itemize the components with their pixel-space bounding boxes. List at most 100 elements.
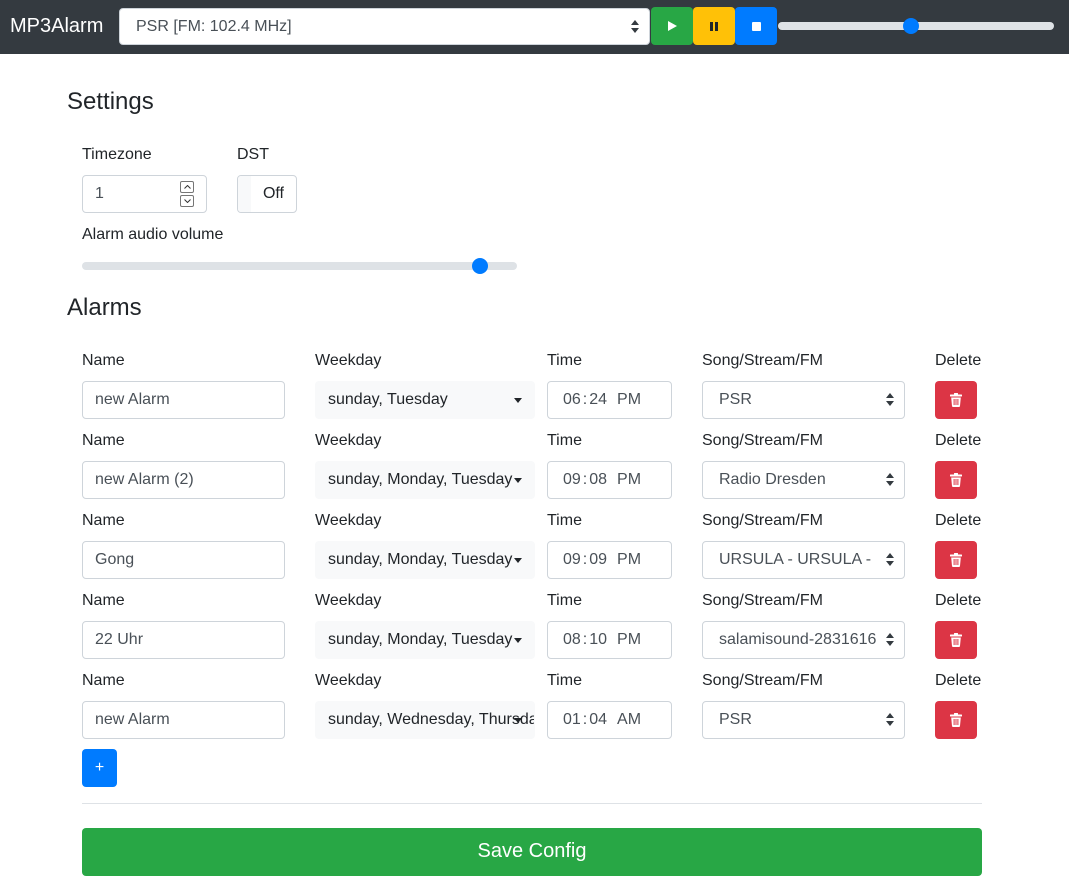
time-hour[interactable]: 06 [563, 382, 581, 418]
settings-title: Settings [67, 88, 154, 115]
time-input[interactable]: 08:10 PM [547, 621, 672, 659]
delete-label: Delete [935, 432, 982, 449]
timezone-value: 1 [95, 185, 104, 202]
song-select[interactable]: PSR [702, 701, 905, 739]
delete-alarm-button[interactable] [935, 541, 977, 579]
time-ampm[interactable]: PM [617, 542, 641, 578]
trash-icon [950, 633, 962, 647]
dst-toggle[interactable]: Off [237, 175, 297, 213]
song-select[interactable]: salamisound-2831616 [702, 621, 905, 659]
timezone-label: Timezone [82, 146, 152, 163]
timezone-input[interactable]: 1 [82, 175, 207, 213]
delete-label: Delete [935, 592, 982, 609]
weekday-label: Weekday [315, 592, 382, 609]
time-minute[interactable]: 09 [589, 542, 607, 578]
stop-button[interactable] [735, 7, 777, 45]
alarm-name-input[interactable]: 22 Uhr [82, 621, 285, 659]
song-label: Song/Stream/FM [702, 672, 823, 689]
time-minute[interactable]: 24 [589, 382, 607, 418]
spin-up-icon[interactable] [180, 181, 194, 193]
time-input[interactable]: 09:08 PM [547, 461, 672, 499]
alarm-name-value: Gong [95, 551, 135, 568]
delete-alarm-button[interactable] [935, 461, 977, 499]
alarm-name-input[interactable]: new Alarm [82, 701, 285, 739]
alarm-name-input[interactable]: new Alarm [82, 381, 285, 419]
save-config-button[interactable]: Save Config [82, 828, 982, 876]
alarm-volume-thumb[interactable] [472, 258, 488, 274]
trash-icon [950, 473, 962, 487]
song-select[interactable]: URSULA - URSULA - [702, 541, 905, 579]
time-hour[interactable]: 09 [563, 462, 581, 498]
add-alarm-button[interactable]: + [82, 749, 117, 787]
time-hour[interactable]: 01 [563, 702, 581, 738]
dst-toggle-knob [238, 176, 251, 212]
weekday-dropdown[interactable]: sunday, Tuesday [315, 381, 535, 419]
play-button[interactable] [651, 7, 693, 45]
player-volume-slider[interactable] [778, 18, 1054, 34]
weekday-label: Weekday [315, 352, 382, 369]
time-label: Time [547, 352, 582, 369]
delete-alarm-button[interactable] [935, 621, 977, 659]
timezone-spinner[interactable] [180, 181, 194, 207]
app-brand[interactable]: MP3Alarm [10, 14, 103, 38]
alarm-name-input[interactable]: Gong [82, 541, 285, 579]
weekday-dropdown[interactable]: sunday, Monday, Tuesday [315, 621, 535, 659]
caret-down-icon [514, 558, 522, 563]
time-label: Time [547, 512, 582, 529]
song-label: Song/Stream/FM [702, 512, 823, 529]
time-separator: : [582, 471, 588, 488]
delete-label: Delete [935, 512, 982, 529]
time-input[interactable]: 01:04 AM [547, 701, 672, 739]
play-icon [667, 21, 677, 31]
alarm-name-input[interactable]: new Alarm (2) [82, 461, 285, 499]
select-arrows-icon [886, 553, 894, 566]
delete-label: Delete [935, 352, 982, 369]
weekday-value: sunday, Monday, Tuesday [328, 551, 513, 568]
caret-down-icon [514, 398, 522, 403]
time-minute[interactable]: 10 [589, 622, 607, 658]
alarm-name-value: new Alarm (2) [95, 471, 194, 488]
weekday-dropdown[interactable]: sunday, Monday, Tuesday [315, 461, 535, 499]
song-label: Song/Stream/FM [702, 592, 823, 609]
time-input[interactable]: 06:24 PM [547, 381, 672, 419]
time-ampm[interactable]: PM [617, 382, 641, 418]
delete-label: Delete [935, 672, 982, 689]
song-value: PSR [719, 711, 752, 728]
alarm-name-value: 22 Uhr [95, 631, 144, 648]
time-separator: : [582, 391, 588, 408]
spin-down-icon[interactable] [180, 195, 194, 207]
delete-alarm-button[interactable] [935, 701, 977, 739]
name-label: Name [82, 592, 125, 609]
song-select[interactable]: Radio Dresden [702, 461, 905, 499]
time-label: Time [547, 432, 582, 449]
select-arrows-icon [886, 473, 894, 486]
weekday-dropdown[interactable]: sunday, Wednesday, Thursday [315, 701, 535, 739]
time-hour[interactable]: 09 [563, 542, 581, 578]
alarm-volume-slider[interactable] [82, 258, 517, 274]
caret-down-icon [514, 718, 522, 723]
time-hour[interactable]: 08 [563, 622, 581, 658]
time-ampm[interactable]: PM [617, 462, 641, 498]
weekday-label: Weekday [315, 432, 382, 449]
pause-button[interactable] [693, 7, 735, 45]
select-arrows-icon [886, 633, 894, 646]
player-volume-thumb[interactable] [903, 18, 919, 34]
source-select-value: PSR [FM: 102.4 MHz] [136, 18, 292, 35]
delete-alarm-button[interactable] [935, 381, 977, 419]
top-navbar: MP3Alarm PSR [FM: 102.4 MHz] [0, 0, 1069, 54]
time-ampm[interactable]: AM [617, 702, 641, 738]
alarm-name-value: new Alarm [95, 391, 170, 408]
time-ampm[interactable]: PM [617, 622, 641, 658]
weekday-dropdown[interactable]: sunday, Monday, Tuesday [315, 541, 535, 579]
name-label: Name [82, 672, 125, 689]
trash-icon [950, 553, 962, 567]
time-minute[interactable]: 08 [589, 462, 607, 498]
weekday-label: Weekday [315, 672, 382, 689]
time-input[interactable]: 09:09 PM [547, 541, 672, 579]
song-select[interactable]: PSR [702, 381, 905, 419]
time-minute[interactable]: 04 [589, 702, 607, 738]
caret-down-icon [514, 638, 522, 643]
source-select[interactable]: PSR [FM: 102.4 MHz] [119, 8, 650, 45]
song-value: salamisound-2831616 [719, 631, 877, 648]
dst-value: Off [262, 185, 284, 202]
